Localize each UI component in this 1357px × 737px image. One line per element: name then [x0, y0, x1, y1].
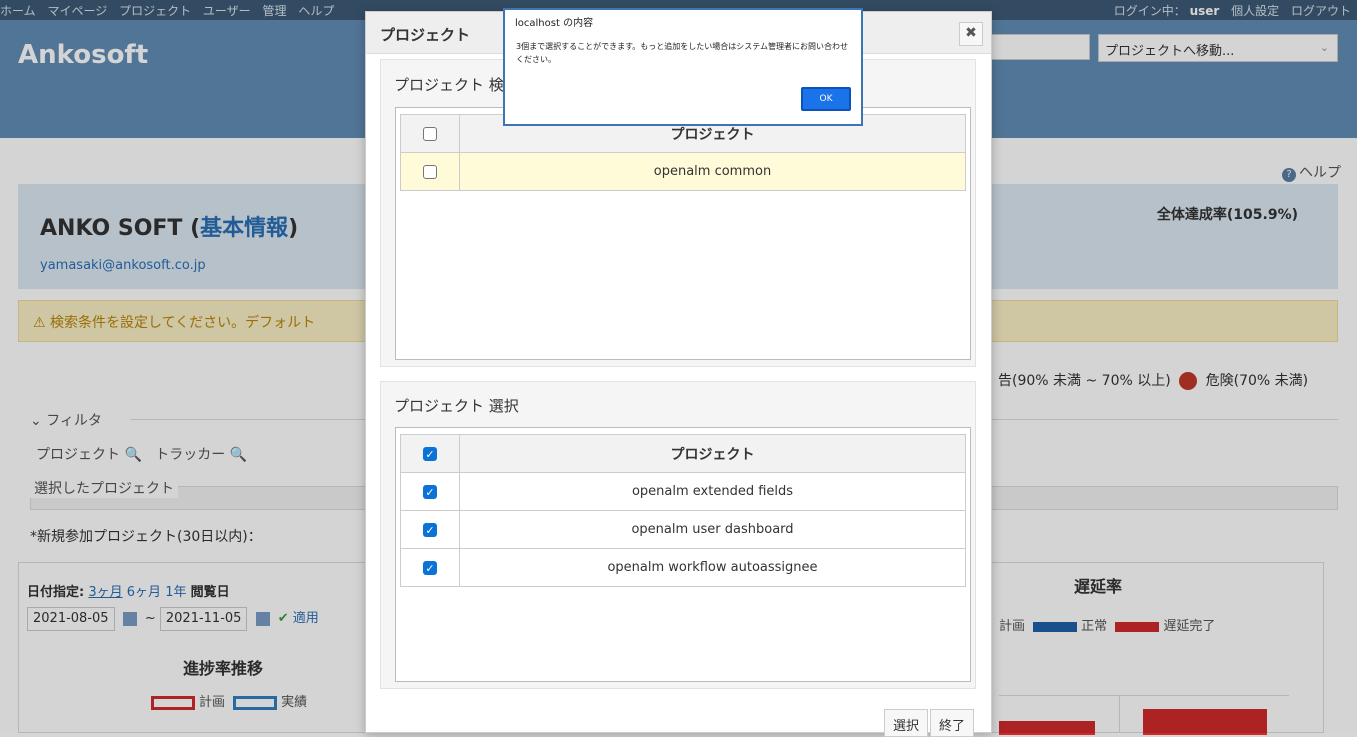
- project-name: openalm user dashboard: [459, 510, 966, 549]
- project-name: openalm common: [459, 152, 966, 191]
- row-checkbox-cell: ✓: [400, 548, 460, 587]
- project-name: openalm extended fields: [459, 472, 966, 511]
- project-select-section: プロジェクト 選択 ✓ プロジェクト ✓ openalm extended fi…: [380, 381, 976, 689]
- alert-title: localhost の内容: [515, 18, 594, 29]
- select-all-cell: ✓: [400, 434, 460, 473]
- table-row[interactable]: ✓ openalm user dashboard: [400, 510, 966, 549]
- table-header-row: ✓ プロジェクト: [400, 434, 966, 473]
- row-checkbox[interactable]: ✓: [423, 484, 437, 499]
- row-checkbox[interactable]: ✓: [423, 560, 437, 575]
- row-checkbox-cell: ✓: [400, 472, 460, 511]
- ok-button[interactable]: OK: [801, 87, 851, 111]
- select-section-title: プロジェクト 選択: [394, 397, 519, 415]
- select-all-cell: [400, 114, 460, 153]
- row-checkbox-cell: ✓: [400, 510, 460, 549]
- row-checkbox-cell: [400, 152, 460, 191]
- alert-message: 3個まで選択することができます。もっと追加をしたい場合はシステム管理者にお問い合…: [516, 42, 849, 64]
- close-icon[interactable]: ✖: [959, 22, 983, 46]
- select-all-checkbox[interactable]: [423, 126, 437, 141]
- search-results-box: プロジェクト openalm common: [395, 107, 971, 360]
- modal-title: プロジェクト: [380, 26, 471, 44]
- selected-projects-list-box: ✓ プロジェクト ✓ openalm extended fields ✓ ope…: [395, 427, 971, 682]
- column-header-project: プロジェクト: [459, 434, 966, 473]
- table-row[interactable]: ✓ openalm workflow autoassignee: [400, 548, 966, 587]
- search-section-title: プロジェクト 検: [394, 76, 504, 94]
- select-all-checkbox[interactable]: ✓: [423, 446, 437, 461]
- alert-dialog: localhost の内容 3個まで選択することができます。もっと追加をしたい場…: [503, 8, 863, 126]
- row-checkbox[interactable]: ✓: [423, 522, 437, 537]
- table-row[interactable]: ✓ openalm extended fields: [400, 472, 966, 511]
- selected-projects-table: ✓ プロジェクト ✓ openalm extended fields ✓ ope…: [400, 434, 966, 587]
- row-checkbox[interactable]: [423, 164, 437, 179]
- table-row[interactable]: openalm common: [400, 152, 966, 191]
- project-name: openalm workflow autoassignee: [459, 548, 966, 587]
